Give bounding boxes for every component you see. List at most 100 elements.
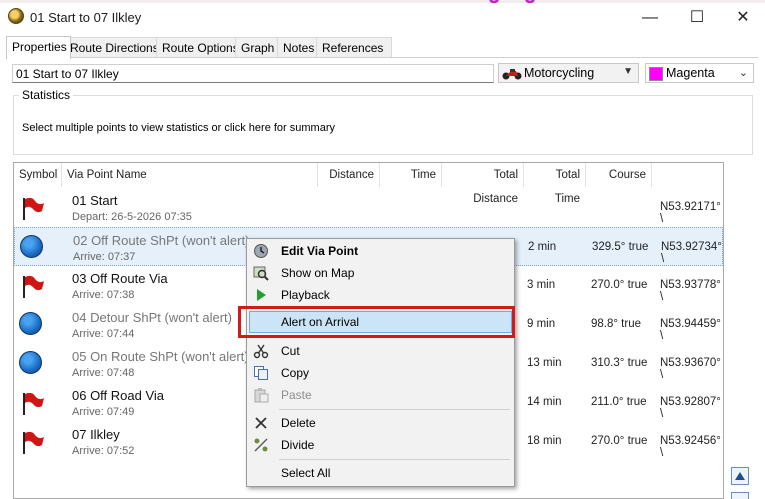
tab-graph[interactable]: Graph [235, 37, 282, 58]
triangle-up-icon [735, 472, 745, 480]
total-time-cell: 18 min [527, 435, 562, 447]
via-point-time: Arrive: 07:52 [72, 445, 135, 457]
tab-references[interactable]: References [316, 37, 392, 58]
chevron-down-icon: ⌄ [738, 67, 748, 79]
menu-label: Select All [281, 466, 331, 480]
coordinate-cell: N53.93670° \ [660, 357, 721, 381]
tab-divider [6, 57, 758, 58]
column-header-time[interactable]: Time [380, 163, 442, 187]
via-point-name: 06 Off Road Via [72, 388, 165, 403]
statistics-title: Statistics [19, 88, 74, 102]
show-on-map-icon [253, 266, 269, 281]
delete-icon [255, 417, 267, 429]
context-menu: Edit Via Point Show on Map Playback Aler… [246, 238, 515, 487]
color-swatch [649, 67, 663, 81]
move-down-button[interactable] [731, 492, 749, 499]
total-time-cell: 3 min [527, 279, 556, 291]
total-time-cell: 14 min [527, 396, 562, 408]
total-time-cell: 13 min [527, 357, 562, 369]
course-cell: 98.8° true [591, 318, 641, 330]
tab-properties[interactable]: Properties [6, 36, 71, 59]
menu-label: Paste [281, 388, 312, 402]
course-cell: 270.0° true [591, 279, 648, 291]
menu-item-select-all[interactable]: Select All [249, 462, 512, 484]
route-name-input[interactable]: 01 Start to 07 Ilkley [12, 64, 494, 83]
annotation-highlight-box [238, 306, 515, 338]
transport-mode-value: Motorcycling [524, 66, 595, 80]
statistics-summary-link[interactable]: Select multiple points to view statistic… [22, 122, 335, 134]
copy-icon [254, 366, 268, 380]
maximize-button[interactable]: ☐ [674, 3, 720, 33]
via-point-time: Arrive: 07:44 [72, 328, 135, 340]
via-point-name: 01 Start [72, 193, 118, 208]
coordinate-cell: N53.94459° \ [660, 318, 721, 342]
window-title: 01 Start to 07 Ilkley [30, 10, 142, 25]
shaping-point-icon [19, 312, 42, 335]
chevron-down-icon: ▼ [623, 66, 633, 77]
column-header-total-time[interactable]: Total Time [524, 163, 586, 205]
column-header-distance[interactable]: Distance [318, 163, 380, 187]
menu-label: Cut [281, 344, 300, 358]
coordinate-cell: N53.92734° \ [661, 241, 722, 265]
course-cell: 270.0° true [591, 435, 648, 447]
minimize-button[interactable]: — [627, 3, 673, 33]
menu-item-playback[interactable]: Playback [249, 284, 512, 306]
app-globe-icon [8, 8, 24, 24]
divide-icon [254, 438, 268, 452]
coordinate-cell: N53.92171° \ [660, 201, 721, 225]
via-point-name: 05 On Route ShPt (won't alert) [72, 349, 249, 364]
flag-icon [23, 431, 44, 454]
menu-label: Playback [281, 288, 330, 302]
via-point-name: 03 Off Route Via [72, 271, 168, 286]
menu-label: Delete [281, 416, 316, 430]
play-icon [257, 289, 266, 301]
via-point-time: Arrive: 07:49 [72, 406, 135, 418]
menu-label: Copy [281, 366, 310, 380]
table-row[interactable]: 01 Start Depart: 26-5-2026 07:35 N53.921… [14, 188, 723, 227]
menu-item-paste[interactable]: Paste [249, 384, 512, 406]
via-point-name: 04 Detour ShPt (won't alert) [72, 310, 232, 325]
via-point-time: Depart: 26-5-2026 07:35 [72, 211, 192, 223]
route-color-dropdown[interactable]: Magenta ⌄ [645, 63, 754, 83]
move-up-button[interactable] [731, 467, 749, 485]
tab-route-options[interactable]: Route Options [156, 37, 239, 58]
via-point-time: Arrive: 07:37 [73, 251, 136, 263]
coordinate-cell: N53.93778° \ [660, 279, 721, 303]
via-point-time: Arrive: 07:48 [72, 367, 135, 379]
menu-item-edit-via-point[interactable]: Edit Via Point [249, 240, 512, 262]
coordinate-cell: N53.92456° \ [660, 435, 721, 459]
menu-item-divide[interactable]: Divide [249, 434, 512, 456]
menu-label: Show on Map [281, 266, 355, 280]
flag-icon [23, 392, 44, 415]
total-time-cell: 2 min [528, 241, 557, 253]
tab-route-directions[interactable]: Route Directions [64, 37, 163, 58]
shaping-point-icon [20, 235, 43, 258]
route-color-value: Magenta [666, 66, 715, 80]
course-cell: 211.0° true [591, 396, 647, 408]
scissors-icon [253, 344, 269, 359]
via-point-time: Arrive: 07:38 [72, 289, 135, 301]
menu-item-cut[interactable]: Cut [249, 340, 512, 362]
menu-label: Edit Via Point [281, 244, 359, 258]
menu-item-copy[interactable]: Copy [249, 362, 512, 384]
menu-separator [279, 459, 510, 460]
flag-icon [23, 197, 44, 220]
menu-item-show-on-map[interactable]: Show on Map [249, 262, 512, 284]
paste-icon [254, 388, 269, 403]
total-time-cell: 9 min [527, 318, 556, 330]
column-header-course[interactable]: Course [586, 163, 652, 187]
motorcycle-icon [502, 69, 522, 80]
menu-label: Divide [281, 438, 315, 452]
shaping-point-icon [19, 351, 42, 374]
edit-via-icon [254, 244, 268, 258]
coordinate-cell: N53.92807° \ [660, 396, 721, 420]
column-header-name[interactable]: Via Point Name [62, 163, 318, 187]
close-button[interactable]: ✕ [720, 3, 765, 33]
via-point-name: 02 Off Route ShPt (won't alert) [73, 233, 250, 248]
column-header-symbol[interactable]: Symbol [14, 163, 62, 187]
course-cell: 310.3° true [591, 357, 648, 369]
menu-separator [279, 409, 510, 410]
menu-item-delete[interactable]: Delete [249, 412, 512, 434]
transport-mode-dropdown[interactable]: Motorcycling ▼ [498, 63, 639, 83]
column-header-total-distance[interactable]: Total Distance [442, 163, 524, 205]
